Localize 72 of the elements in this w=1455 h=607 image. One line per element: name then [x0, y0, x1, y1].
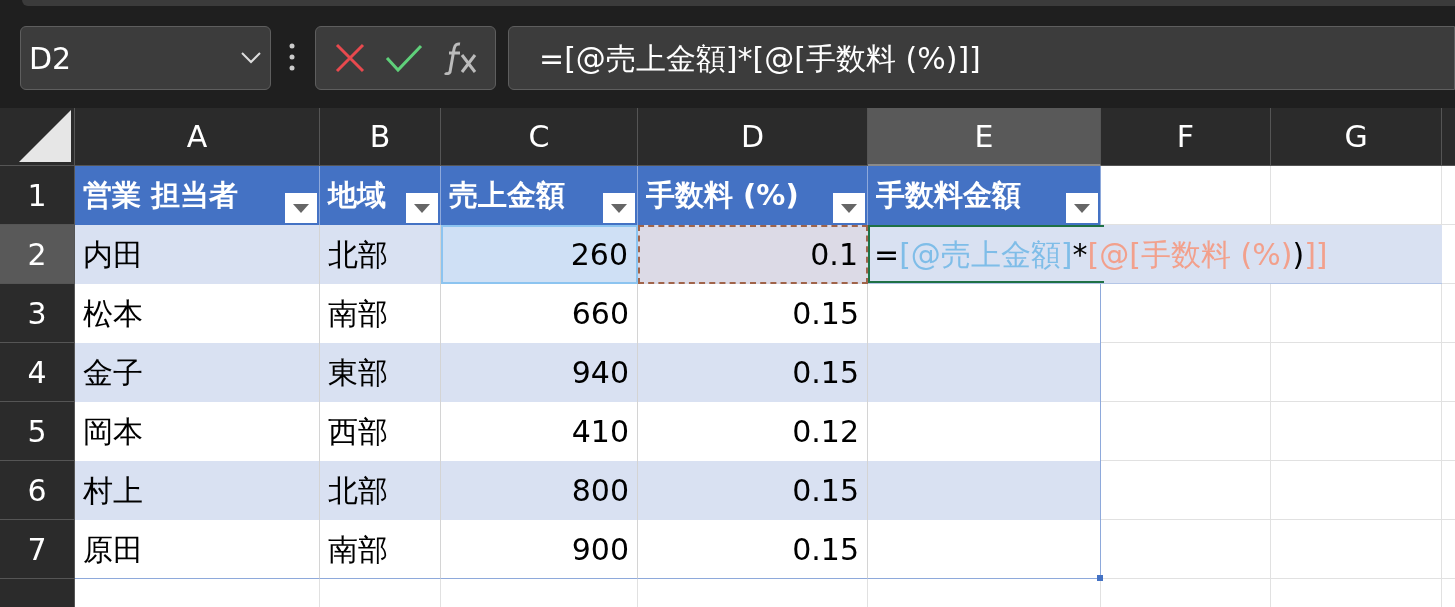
table-cell[interactable]: 410: [441, 402, 638, 461]
caret-down-icon: [841, 203, 857, 213]
column-header[interactable]: F: [1101, 108, 1271, 166]
table-cell[interactable]: 0.15: [638, 520, 868, 579]
caret-down-icon: [611, 203, 627, 213]
column-header[interactable]: A: [75, 108, 320, 166]
column-title: 手数料金額: [876, 176, 1021, 214]
table-cell[interactable]: 東部: [320, 343, 441, 402]
formula-text: =[@売上金額]*[@[手数料 (%)]]: [539, 39, 981, 78]
column-header[interactable]: C: [441, 108, 638, 166]
column-header[interactable]: E: [868, 108, 1101, 166]
table-cell[interactable]: 南部: [320, 520, 441, 579]
vertical-dots-icon[interactable]: [289, 42, 295, 72]
table-cell[interactable]: 0.12: [638, 402, 868, 461]
row-header[interactable]: 7: [0, 520, 75, 579]
formula-token: ]]: [1304, 235, 1328, 274]
table-cell[interactable]: 松本: [75, 284, 320, 343]
row-header[interactable]: 2: [0, 225, 75, 284]
table-cell[interactable]: 660: [441, 284, 638, 343]
column-title: 手数料 (%): [646, 176, 799, 214]
table-cell[interactable]: 北部: [320, 461, 441, 520]
table-cell[interactable]: 940: [441, 343, 638, 402]
table-cell[interactable]: 0.15: [638, 343, 868, 402]
column-header[interactable]: [1442, 108, 1455, 166]
check-icon[interactable]: [384, 43, 423, 73]
row-header[interactable]: [0, 579, 75, 607]
close-icon[interactable]: [333, 42, 366, 74]
filter-dropdown-button[interactable]: [603, 193, 635, 223]
chevron-down-icon: [240, 51, 262, 65]
column-header[interactable]: B: [320, 108, 441, 166]
table-cell[interactable]: 村上: [75, 461, 320, 520]
name-box[interactable]: D2: [20, 26, 271, 90]
row-header[interactable]: 6: [0, 461, 75, 520]
table-cell[interactable]: 900: [441, 520, 638, 579]
table-cell[interactable]: 0.15: [638, 284, 868, 343]
caret-down-icon: [293, 203, 309, 213]
filter-dropdown-button[interactable]: [285, 193, 317, 223]
formula-token: [@売上金額]: [899, 235, 1073, 274]
column-title: 地域: [328, 176, 386, 214]
row-header[interactable]: 1: [0, 166, 75, 225]
formula-token: ): [1292, 235, 1305, 274]
table-cell[interactable]: 南部: [320, 284, 441, 343]
table-cell[interactable]: 原田: [75, 520, 320, 579]
column-header[interactable]: D: [638, 108, 868, 166]
table-cell[interactable]: 0.15: [638, 461, 868, 520]
table-cell[interactable]: 内田: [75, 225, 320, 284]
cell-reference: D2: [29, 39, 72, 78]
select-all-triangle-icon[interactable]: [19, 110, 71, 162]
table-cell[interactable]: 金子: [75, 343, 320, 402]
row-header[interactable]: 3: [0, 284, 75, 343]
filter-dropdown-button[interactable]: [406, 193, 438, 223]
function-icon[interactable]: [441, 41, 478, 75]
caret-down-icon: [414, 203, 430, 213]
table-cell[interactable]: 西部: [320, 402, 441, 461]
formula-field[interactable]: =[@売上金額]*[@[手数料 (%)]]: [508, 26, 1455, 90]
filter-dropdown-button[interactable]: [1066, 193, 1098, 223]
table-cell[interactable]: 800: [441, 461, 638, 520]
cell-editor[interactable]: =[@売上金額]*[@[手数料 (%))]]: [868, 225, 1442, 284]
row-header[interactable]: 5: [0, 402, 75, 461]
column-title: 売上金額: [449, 176, 565, 214]
row-header[interactable]: 4: [0, 343, 75, 402]
formula-token: *: [1072, 235, 1088, 274]
column-title: 営業 担当者: [83, 176, 239, 214]
column-header[interactable]: G: [1271, 108, 1442, 166]
table-cell[interactable]: 岡本: [75, 402, 320, 461]
formula-token: [@[手数料 (%): [1087, 235, 1293, 274]
formula-token: =: [874, 235, 900, 274]
table-cell[interactable]: 北部: [320, 225, 441, 284]
table-cell[interactable]: 260: [441, 225, 638, 284]
table-cell[interactable]: 0.1: [638, 225, 868, 284]
caret-down-icon: [1074, 203, 1090, 213]
filter-dropdown-button[interactable]: [833, 193, 865, 223]
